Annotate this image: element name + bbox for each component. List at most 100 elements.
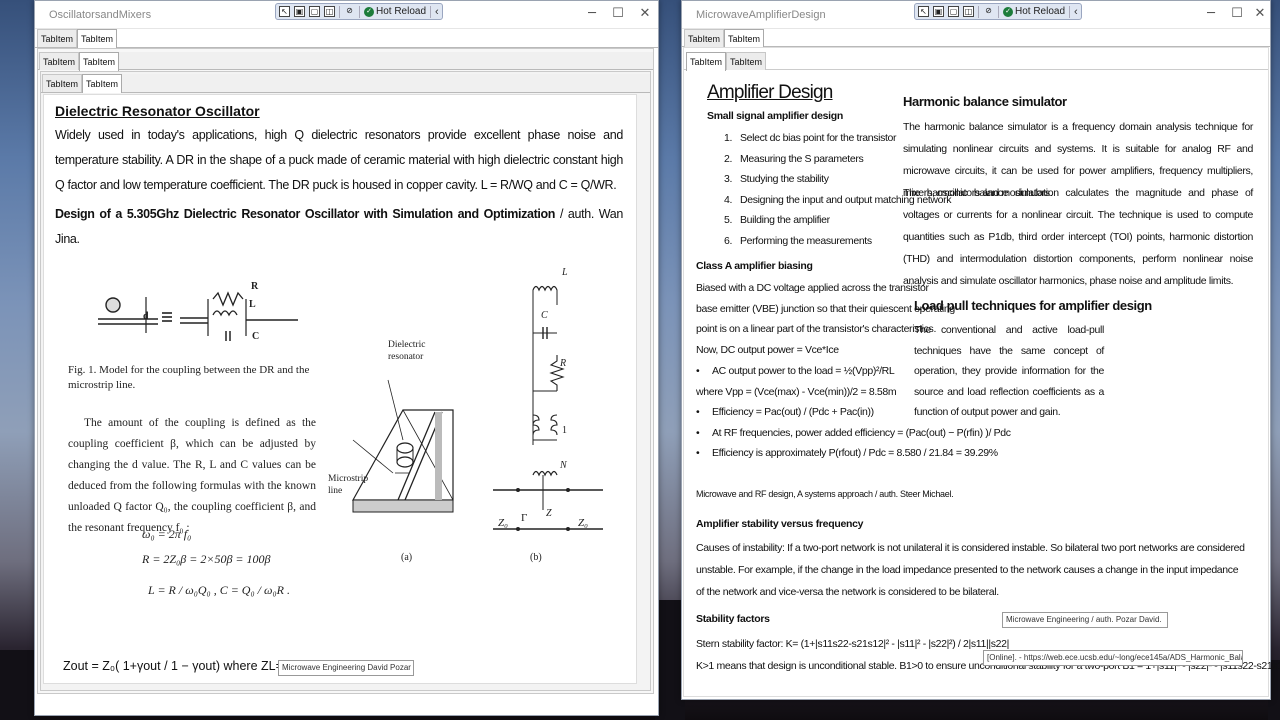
- harmonic-balance-paragraph-2: The harmonic balance simulation calculat…: [903, 187, 1253, 287]
- maximize-icon[interactable]: ☐: [1228, 6, 1246, 21]
- label-Z0-right: Z₀: [578, 517, 588, 529]
- tab-item[interactable]: TabItem: [37, 29, 78, 47]
- select-element-icon[interactable]: ↖: [279, 6, 290, 17]
- label-Z0-left: Z₀: [498, 517, 508, 529]
- hot-reload-toolbar: ↖ ▣ ▢ ◫ ⊘ ✓ Hot Reload ‹: [275, 3, 443, 20]
- toolbar-separator: [978, 5, 979, 18]
- zout-reference-textbox[interactable]: Microwave Engineering David Pozar: [278, 660, 414, 676]
- label-L-circuit: L: [562, 267, 568, 278]
- track-focus-icon[interactable]: ▢: [309, 6, 320, 17]
- label-R-circuit: R: [560, 358, 567, 369]
- tab-panel-2: TabItem TabItem Dielectric Resonator Osc…: [40, 71, 651, 691]
- tab-strip-1: TabItem TabItem: [682, 29, 1270, 48]
- window-title: MicrowaveAmplifierDesign: [696, 9, 826, 21]
- bullet-item: • Efficiency is approximately P(rfout) / …: [696, 447, 998, 459]
- collapse-toolbar-icon[interactable]: ‹: [435, 6, 439, 18]
- tab-strip-2: TabItem TabItem: [38, 52, 653, 71]
- tab-strip-1: TabItem TabItem: [35, 29, 658, 48]
- harmonic-balance-title: Harmonic balance simulator: [903, 94, 1067, 109]
- hot-reload-label: Hot Reload: [1015, 6, 1066, 17]
- label-C: C: [252, 331, 260, 342]
- tab-item-selected[interactable]: TabItem: [724, 29, 765, 48]
- check-icon: ✓: [364, 6, 374, 17]
- hot-reload-label: Hot Reload: [376, 6, 427, 17]
- tab-item[interactable]: TabItem: [726, 52, 767, 70]
- minimize-icon[interactable]: ─: [1202, 6, 1220, 21]
- display-layout-icon[interactable]: ▣: [933, 6, 944, 17]
- collapse-toolbar-icon[interactable]: ‹: [1074, 6, 1078, 18]
- toolbar-separator: [1069, 5, 1071, 18]
- hot-reload-toolbar: ↖ ▣ ▢ ◫ ⊘ ✓ Hot Reload ‹: [914, 3, 1082, 20]
- load-pull-text: The conventional and active load-pull te…: [914, 324, 1104, 418]
- coupling-text: The amount of the coupling is defined as…: [68, 417, 316, 534]
- stern-factor-text: Stern stability factor: K= (1+|s11s22-s2…: [696, 638, 1010, 650]
- pozar-reference-textbox[interactable]: Microwave Engineering / auth. Pozar Davi…: [1002, 612, 1168, 628]
- hot-reload-button[interactable]: ✓ Hot Reload: [364, 6, 426, 17]
- scanned-figure: d R L C Fig. 1. Model for the coupling b…: [58, 265, 628, 645]
- toolbar-separator: [359, 5, 360, 18]
- equation-R: R = 2Z₀β = 2×50β = 100β: [142, 552, 271, 566]
- window-title: OscillatorsandMixers: [49, 9, 152, 21]
- label-Z: Z: [546, 508, 552, 519]
- tab-strip-3: TabItem TabItem: [41, 74, 650, 93]
- online-reference-textbox[interactable]: [Online]. - https://web.ece.ucsb.edu/~lo…: [983, 650, 1243, 666]
- label-R: R: [251, 281, 259, 292]
- right-window: MicrowaveAmplifierDesign ↖ ▣ ▢ ◫ ⊘ ✓ Hot …: [681, 0, 1280, 700]
- select-element-icon[interactable]: ↖: [918, 6, 929, 17]
- label-a: (a): [401, 552, 413, 563]
- equation-omega: ω₀ = 2π f₀: [142, 527, 192, 541]
- tab-item-selected[interactable]: TabItem: [79, 52, 120, 71]
- design-title: Design of a 5.305Ghz Dielectric Resonato…: [55, 207, 556, 221]
- design-reference: Design of a 5.305Ghz Dielectric Resonato…: [55, 202, 623, 252]
- label-N: N: [560, 460, 567, 471]
- tab-item-selected[interactable]: TabItem: [77, 29, 118, 48]
- dro-content: Dielectric Resonator Oscillator Widely u…: [55, 103, 623, 252]
- stability-title: Amplifier stability versus frequency: [696, 518, 864, 530]
- display-layout-icon[interactable]: ▣: [294, 6, 305, 17]
- label-d: d: [143, 311, 149, 322]
- tab-item-selected[interactable]: TabItem: [82, 74, 123, 93]
- reference-text: Microwave and RF design, A systems appro…: [696, 489, 954, 499]
- page-heading: Dielectric Resonator Oscillator: [55, 103, 260, 119]
- label-dielectric-resonator: Dielectric resonator: [388, 340, 426, 362]
- label-Gamma: Γ: [521, 512, 528, 524]
- toolbar-separator: [998, 5, 999, 18]
- tab-item[interactable]: TabItem: [42, 74, 83, 92]
- tab-item[interactable]: TabItem: [39, 52, 80, 70]
- binding-icon[interactable]: ◫: [963, 6, 974, 17]
- page-heading: Amplifier Design: [707, 82, 833, 103]
- close-icon[interactable]: ✕: [636, 6, 654, 21]
- accessibility-icon[interactable]: ⊘: [344, 6, 355, 17]
- toolbar-separator: [339, 5, 340, 18]
- stability-text: Causes of instability: If a two-port net…: [696, 542, 1245, 598]
- hot-reload-button[interactable]: ✓ Hot Reload: [1003, 6, 1065, 17]
- accessibility-icon[interactable]: ⊘: [983, 6, 994, 17]
- minimize-icon[interactable]: ─: [583, 6, 601, 21]
- label-1: 1: [562, 425, 567, 436]
- tab-item-selected[interactable]: TabItem: [686, 52, 727, 71]
- tab-item[interactable]: TabItem: [684, 29, 725, 47]
- small-signal-title: Small signal amplifier design: [707, 110, 844, 122]
- coupling-model-diagram: [98, 291, 298, 341]
- binding-icon[interactable]: ◫: [324, 6, 335, 17]
- maximize-icon[interactable]: ☐: [609, 6, 627, 21]
- check-icon: ✓: [1003, 6, 1013, 17]
- tab-strip-2: TabItem TabItem: [684, 52, 1268, 71]
- equation-L-C: L = R / ω₀Q₀ , C = Q₀ / ω₀R .: [148, 583, 290, 597]
- close-icon[interactable]: ✕: [1251, 6, 1269, 21]
- tab-panel-1: TabItem TabItem Amplifier Design Small s…: [683, 47, 1280, 697]
- zout-symbol: Z: [63, 659, 71, 673]
- label-C-circuit: C: [541, 310, 548, 321]
- class-a-title: Class A amplifier biasing: [696, 260, 813, 272]
- track-focus-icon[interactable]: ▢: [948, 6, 959, 17]
- right-title-bar: MicrowaveAmplifierDesign ↖ ▣ ▢ ◫ ⊘ ✓ Hot …: [682, 1, 1270, 29]
- left-title-bar: OscillatorsandMixers ↖ ▣ ▢ ◫ ⊘ ✓ Hot Relo…: [35, 1, 658, 29]
- label-L: L: [249, 299, 256, 310]
- bullet-item: • At RF frequencies, power added efficien…: [696, 426, 1011, 439]
- toolbar-separator: [430, 5, 432, 18]
- figure-caption: Fig. 1. Model for the coupling between t…: [68, 364, 310, 391]
- intro-paragraph: Widely used in today's applications, hig…: [55, 128, 623, 192]
- label-microstrip-line: Microstrip line: [328, 474, 369, 496]
- load-pull-title: Load pull techniques for amplifier desig…: [914, 298, 1152, 313]
- dr-microstrip-drawing: [351, 379, 454, 513]
